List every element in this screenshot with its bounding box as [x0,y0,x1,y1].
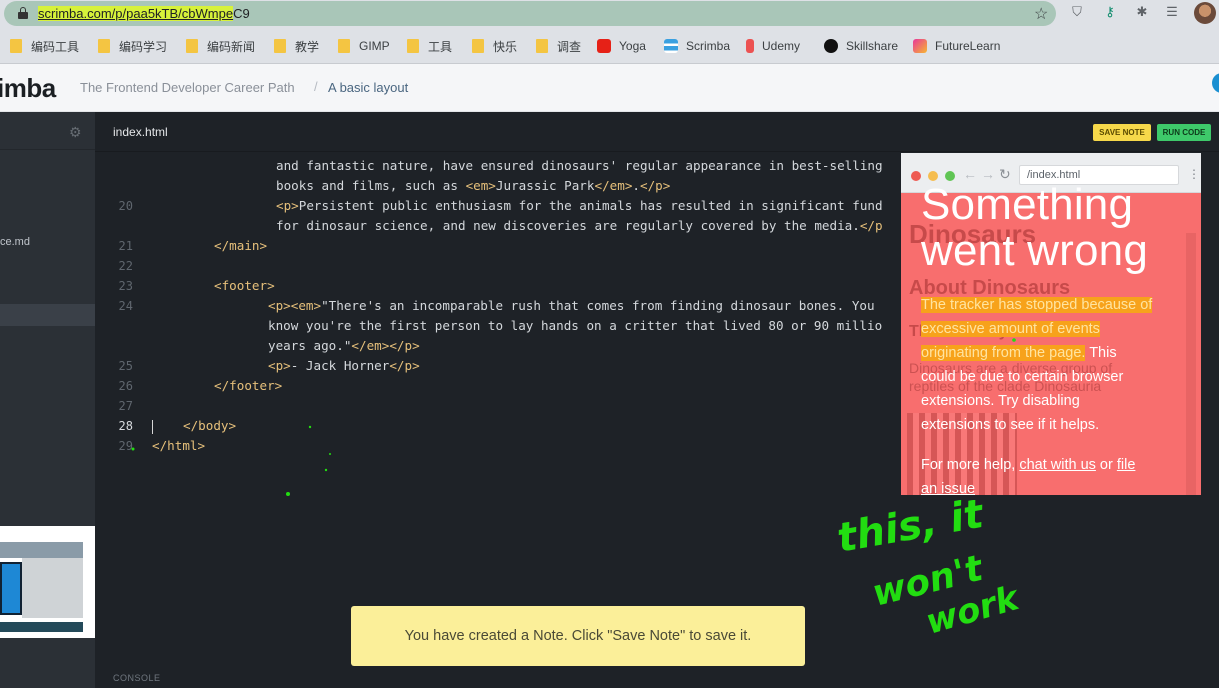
handwritten-annotation: this, it won't work [834,500,1026,643]
